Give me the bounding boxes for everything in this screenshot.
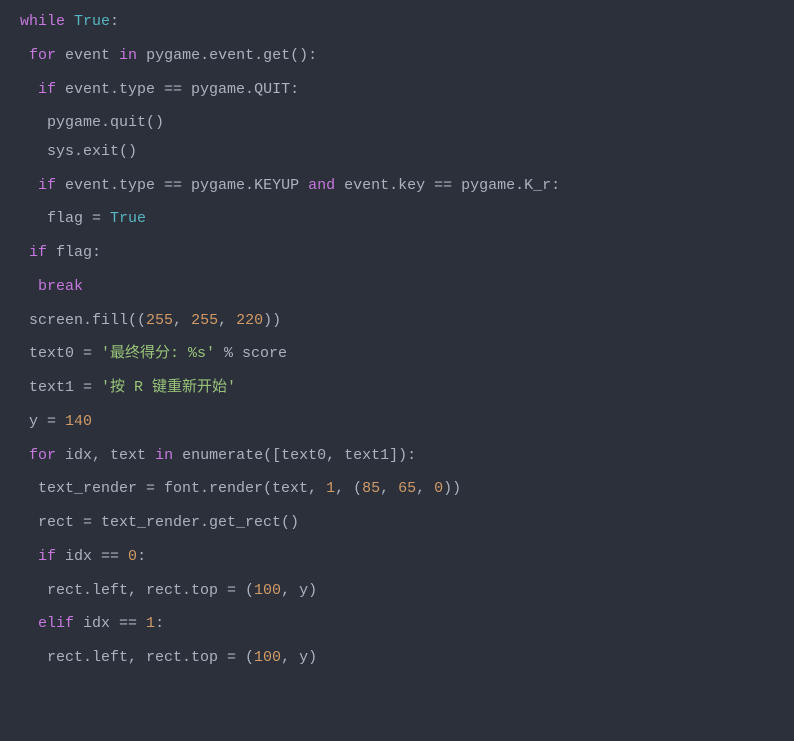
code-line: if event.type == pygame.KEYUP and event.… [20,172,794,201]
code-line: sys.exit() [20,138,794,167]
token-p: , [218,312,236,329]
token-num: 0 [434,480,443,497]
token-p: flag = [20,210,110,227]
token-num: 0 [128,548,137,565]
token-p: screen.fill(( [20,312,146,329]
token-kw: if [38,177,56,194]
token-kw: if [29,244,47,261]
token-kw: if [38,548,56,565]
token-p [20,81,38,98]
token-op: in [155,447,173,464]
token-p: idx, text [56,447,155,464]
token-p: event [56,47,119,64]
token-p: , [380,480,398,497]
token-p: flag: [47,244,101,261]
code-line: text1 = '按 R 键重新开始' [20,374,794,403]
token-p [20,177,38,194]
code-line: screen.fill((255, 255, 220)) [20,307,794,336]
token-p: text1 = [20,379,101,396]
token-p: text_render = font.render(text, [20,480,326,497]
code-line: text_render = font.render(text, 1, (85, … [20,475,794,504]
token-p: event.type == pygame.KEYUP [56,177,308,194]
token-p: : [137,548,146,565]
token-kw: if [38,81,56,98]
token-p [20,615,38,632]
token-p: idx == [56,548,128,565]
token-num: 220 [236,312,263,329]
token-p [20,447,29,464]
token-op: in [119,47,137,64]
code-line: elif idx == 1: [20,610,794,639]
token-p: event.type == pygame.QUIT: [56,81,299,98]
token-p: event.key == pygame.K_r: [335,177,560,194]
token-kw: elif [38,615,74,632]
token-p [20,548,38,565]
token-op: and [308,177,335,194]
code-line: if event.type == pygame.QUIT: [20,76,794,105]
token-num: 85 [362,480,380,497]
code-line: for event in pygame.event.get(): [20,42,794,71]
code-line: pygame.quit() [20,109,794,138]
token-num: 140 [65,413,92,430]
token-p [65,13,74,30]
token-p: rect.left, rect.top = ( [20,582,254,599]
code-line: for idx, text in enumerate([text0, text1… [20,442,794,471]
code-line: y = 140 [20,408,794,437]
token-p: rect = text_render.get_rect() [20,514,299,531]
code-line: if flag: [20,239,794,268]
token-p: rect.left, rect.top = ( [20,649,254,666]
token-p [20,47,29,64]
token-p: )) [263,312,281,329]
token-kw: for [29,447,56,464]
token-p: % score [215,345,287,362]
token-kw: break [38,278,83,295]
code-line: rect.left, rect.top = (100, y) [20,644,794,673]
code-line: text0 = '最终得分: %s' % score [20,340,794,369]
token-p: text0 = [20,345,101,362]
token-num: 255 [191,312,218,329]
code-line: rect = text_render.get_rect() [20,509,794,538]
token-p: , y) [281,582,317,599]
token-p: : [155,615,164,632]
code-line: while True: [20,8,794,37]
token-str: '按 R 键重新开始' [101,379,236,396]
token-num: 1 [326,480,335,497]
token-num: 65 [398,480,416,497]
token-p: , y) [281,649,317,666]
token-p: , [173,312,191,329]
token-p: )) [443,480,461,497]
token-num: 100 [254,582,281,599]
token-p: , [416,480,434,497]
token-p: pygame.event.get(): [137,47,317,64]
token-p: y = [20,413,65,430]
token-p: : [110,13,119,30]
code-line: flag = True [20,205,794,234]
code-line: break [20,273,794,302]
token-p [20,278,38,295]
token-kw: for [29,47,56,64]
code-line: rect.left, rect.top = (100, y) [20,577,794,606]
token-kw: while [20,13,65,30]
token-p: pygame.quit() [20,114,164,131]
token-str: '最终得分: %s' [101,345,215,362]
token-bool: True [74,13,110,30]
token-num: 100 [254,649,281,666]
code-block: while True: for event in pygame.event.ge… [0,0,794,681]
token-p: enumerate([text0, text1]): [173,447,416,464]
token-p [20,244,29,261]
token-p: , ( [335,480,362,497]
token-num: 1 [146,615,155,632]
token-p: sys.exit() [20,143,137,160]
token-num: 255 [146,312,173,329]
token-p: idx == [74,615,146,632]
token-bool: True [110,210,146,227]
code-line: if idx == 0: [20,543,794,572]
